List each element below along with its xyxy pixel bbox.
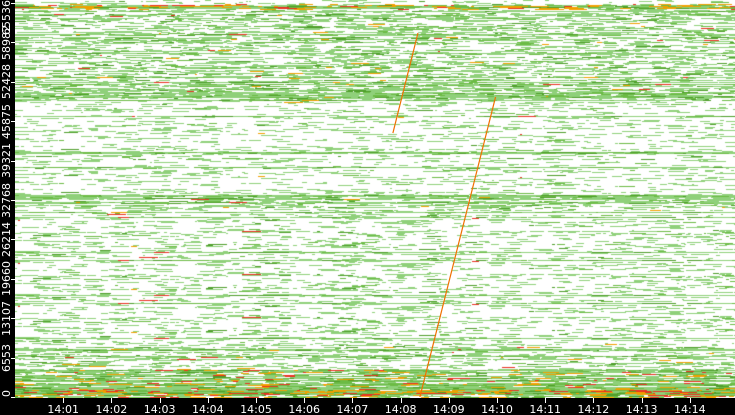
y-tick-label: 0 — [0, 390, 13, 397]
x-tick-label: 14:04 — [191, 403, 224, 415]
y-tick — [11, 397, 15, 398]
y-tick-label: 6553 — [0, 343, 13, 372]
x-tick-label: 14:13 — [625, 403, 658, 415]
scan-line-1 — [419, 96, 497, 398]
x-tick-label: 14:01 — [47, 403, 80, 415]
y-tick-label: 39321 — [0, 143, 13, 179]
x-tick-label: 14:12 — [577, 403, 610, 415]
y-tick-label: 45875 — [0, 103, 13, 139]
x-tick-label: 14:14 — [673, 403, 706, 415]
y-tick-label: 32768 — [0, 182, 13, 218]
x-tick-label: 14:03 — [143, 403, 176, 415]
x-tick-label: 14:08 — [384, 403, 417, 415]
scan-line-2 — [392, 32, 419, 134]
y-tick-label: 26214 — [0, 221, 13, 257]
x-tick-label: 14:10 — [481, 403, 513, 415]
y-tick-label: 13107 — [0, 300, 13, 336]
x-tick-label: 14:06 — [288, 403, 321, 415]
port-time-chart: 14:01 14:02 14:03 14:04 14:05 14:06 14:07 14:08… — [0, 0, 735, 415]
x-tick-label: 14:09 — [432, 403, 465, 415]
x-tick-label: 14:07 — [336, 403, 369, 415]
y-tick-label: 19660 — [0, 261, 13, 297]
x-tick-label: 14:11 — [529, 403, 562, 415]
plot-area — [15, 0, 735, 398]
scan-lines-layer — [392, 32, 497, 398]
x-tick-label: 14:02 — [95, 403, 128, 415]
y-tick-label: 65536 — [0, 0, 13, 35]
y-tick-label: 52428 — [0, 64, 13, 100]
x-tick-label: 14:05 — [240, 403, 272, 415]
